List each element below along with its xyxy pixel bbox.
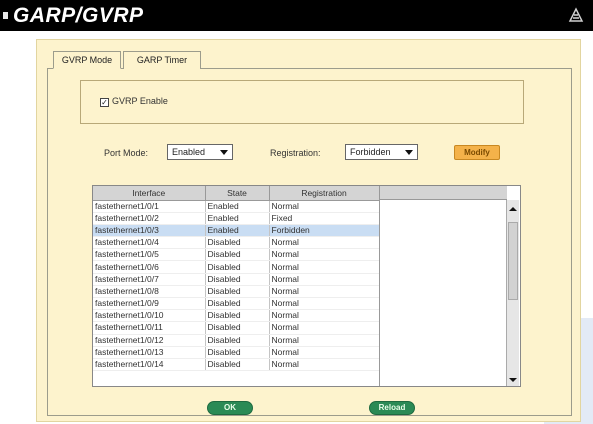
column-header-interface[interactable]: Interface [93, 186, 206, 201]
port-mode-label: Port Mode: [104, 148, 149, 158]
interface-cell: fastethernet1/0/1 [93, 200, 206, 213]
table-row[interactable]: fastethernet1/0/10 Disabled Normal [93, 309, 380, 323]
gvrp-enable-label: GVRP Enable [112, 96, 168, 106]
title-bullet [3, 12, 8, 19]
state-cell: Disabled [205, 321, 270, 335]
table-row[interactable]: fastethernet1/0/7 Disabled Normal [93, 273, 380, 286]
column-header-state[interactable]: State [205, 186, 270, 201]
table-row[interactable]: fastethernet1/0/14 Disabled Normal [93, 358, 380, 372]
interface-cell: fastethernet1/0/9 [93, 297, 206, 311]
table-row[interactable]: fastethernet1/0/4 Disabled Normal [93, 236, 380, 250]
table-row[interactable]: fastethernet1/0/2 Enabled Fixed [93, 212, 380, 225]
state-cell: Disabled [205, 334, 270, 347]
registration-cell: Normal [269, 334, 380, 347]
table-row[interactable]: fastethernet1/0/3 Enabled Forbidden [93, 224, 380, 238]
table-row[interactable]: fastethernet1/0/9 Disabled Normal [93, 297, 380, 311]
checkmark-icon: ✓ [101, 98, 108, 107]
table-row[interactable]: fastethernet1/0/8 Disabled Normal [93, 285, 380, 299]
registration-cell: Normal [269, 248, 380, 262]
state-cell: Disabled [205, 285, 270, 299]
registration-cell: Normal [269, 346, 380, 359]
interface-cell: fastethernet1/0/14 [93, 358, 206, 372]
interface-cell: fastethernet1/0/3 [93, 224, 206, 238]
interface-cell: fastethernet1/0/6 [93, 260, 206, 274]
tab-garp-timer[interactable]: GARP Timer [123, 51, 201, 69]
interface-cell: fastethernet1/0/12 [93, 334, 206, 347]
state-cell: Disabled [205, 273, 270, 286]
port-mode-value: Enabled [172, 147, 206, 157]
state-cell: Disabled [205, 346, 270, 359]
tab-gvrp-mode[interactable]: GVRP Mode [53, 51, 121, 69]
interface-cell: fastethernet1/0/5 [93, 248, 206, 262]
port-mode-select[interactable]: Enabled [167, 144, 233, 160]
modify-button[interactable]: Modify [454, 145, 500, 160]
table-row[interactable]: fastethernet1/0/1 Enabled Normal [93, 200, 380, 213]
registration-cell: Normal [269, 273, 380, 286]
interface-cell: fastethernet1/0/2 [93, 212, 206, 225]
state-cell: Disabled [205, 358, 270, 372]
interface-table: Interface State Registration fastetherne… [92, 185, 521, 387]
column-header-registration[interactable]: Registration [269, 186, 380, 201]
interface-cell: fastethernet1/0/11 [93, 321, 206, 335]
registration-select[interactable]: Forbidden [345, 144, 418, 160]
state-cell: Enabled [205, 200, 270, 213]
registration-cell: Normal [269, 358, 380, 372]
table-row[interactable]: fastethernet1/0/11 Disabled Normal [93, 321, 380, 335]
registration-cell: Fixed [269, 212, 380, 225]
registration-cell: Normal [269, 297, 380, 311]
state-cell: Enabled [205, 224, 270, 238]
dropdown-arrow-icon [220, 150, 228, 155]
interface-cell: fastethernet1/0/10 [93, 309, 206, 323]
reload-button[interactable]: Reload [369, 401, 415, 415]
registration-cell: Normal [269, 236, 380, 250]
page-title: GARP/GVRP [13, 4, 144, 27]
state-cell: Disabled [205, 260, 270, 274]
table-row[interactable]: fastethernet1/0/6 Disabled Normal [93, 260, 380, 274]
state-cell: Disabled [205, 309, 270, 323]
table-row[interactable]: fastethernet1/0/5 Disabled Normal [93, 248, 380, 262]
registration-cell: Normal [269, 200, 380, 213]
registration-cell: Normal [269, 260, 380, 274]
ok-button[interactable]: OK [207, 401, 253, 415]
title-bar: GARP/GVRP [0, 0, 593, 31]
state-cell: Disabled [205, 248, 270, 262]
interface-cell: fastethernet1/0/4 [93, 236, 206, 250]
state-cell: Enabled [205, 212, 270, 225]
registration-cell: Normal [269, 309, 380, 323]
gvrp-enable-checkbox[interactable]: ✓ [100, 98, 109, 107]
registration-cell: Normal [269, 285, 380, 299]
registration-cell: Forbidden [269, 224, 380, 238]
dropdown-arrow-icon [405, 150, 413, 155]
scroll-thumb[interactable] [508, 222, 518, 300]
scroll-down-icon[interactable] [509, 378, 517, 382]
table-row[interactable]: fastethernet1/0/12 Disabled Normal [93, 334, 380, 347]
interface-cell: fastethernet1/0/8 [93, 285, 206, 299]
scroll-up-icon[interactable] [509, 207, 517, 211]
interface-cell: fastethernet1/0/7 [93, 273, 206, 286]
table-row[interactable]: fastethernet1/0/13 Disabled Normal [93, 346, 380, 359]
registration-label: Registration: [270, 148, 321, 158]
state-cell: Disabled [205, 236, 270, 250]
registration-value: Forbidden [350, 147, 391, 157]
registration-cell: Normal [269, 321, 380, 335]
window-logo-icon [568, 7, 584, 22]
table-empty-column [379, 186, 507, 386]
interface-cell: fastethernet1/0/13 [93, 346, 206, 359]
state-cell: Disabled [205, 297, 270, 311]
